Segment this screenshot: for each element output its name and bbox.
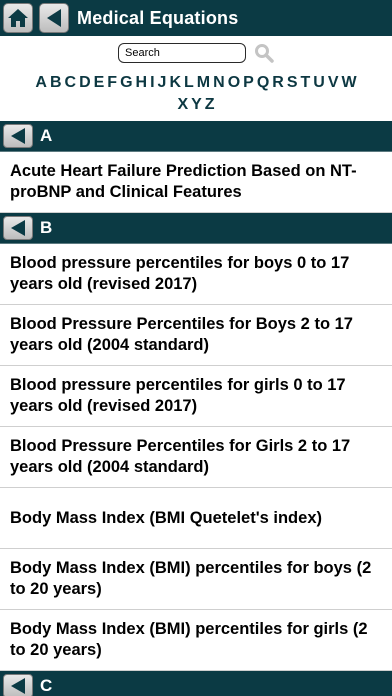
back-arrow-icon [11, 678, 25, 694]
alphabet-letter-f[interactable]: F [107, 72, 117, 94]
magnifier-icon[interactable] [254, 43, 274, 63]
alphabet-letter-q[interactable]: Q [257, 72, 269, 94]
list-item[interactable]: Blood Pressure Percentiles for Girls 2 t… [0, 427, 392, 488]
section-letter: B [40, 218, 53, 237]
alphabet-letter-h[interactable]: H [136, 72, 148, 94]
alphabet-letter-k[interactable]: K [169, 72, 181, 94]
alphabet-letter-b[interactable]: B [50, 72, 62, 94]
section-back-button[interactable] [3, 124, 33, 148]
list-item[interactable]: Blood pressure percentiles for girls 0 t… [0, 366, 392, 427]
alphabet-letter-v[interactable]: V [328, 72, 339, 94]
back-arrow-icon [11, 220, 25, 236]
page-title: Medical Equations [77, 7, 239, 28]
section-letter: C [40, 676, 53, 695]
back-button[interactable] [39, 3, 69, 33]
equation-list: A Acute Heart Failure Prediction Based on… [0, 121, 392, 696]
back-arrow-icon [11, 128, 25, 144]
list-item[interactable]: Body Mass Index (BMI) percentiles for gi… [0, 610, 392, 671]
section-back-button[interactable] [3, 216, 33, 240]
alphabet-letter-u[interactable]: U [313, 72, 325, 94]
section-back-button[interactable] [3, 674, 33, 696]
alphabet-letter-s[interactable]: S [287, 72, 298, 94]
search-bar [0, 36, 392, 69]
list-item[interactable]: Blood Pressure Percentiles for Boys 2 to… [0, 305, 392, 366]
alphabet-letter-r[interactable]: R [272, 72, 284, 94]
section-header-b: B [0, 213, 392, 244]
alphabet-letter-w[interactable]: W [342, 72, 357, 94]
alphabet-letter-x[interactable]: X [177, 94, 188, 116]
top-bar: Medical Equations [0, 0, 392, 36]
alphabet-letter-i[interactable]: I [150, 72, 154, 94]
alphabet-letter-d[interactable]: D [79, 72, 91, 94]
alphabet-letter-c[interactable]: C [65, 72, 77, 94]
alphabet-letter-g[interactable]: G [120, 72, 132, 94]
alphabet-index: ABCDEFGHIJKLMNOPQRSTUVW XYZ [0, 72, 392, 116]
alphabet-letter-p[interactable]: P [243, 72, 254, 94]
home-icon [8, 9, 28, 27]
alphabet-letter-o[interactable]: O [228, 72, 240, 94]
section-header-c: C [0, 671, 392, 696]
section-letter: A [40, 126, 53, 145]
alphabet-letter-y[interactable]: Y [191, 94, 202, 116]
alphabet-letter-t[interactable]: T [301, 72, 311, 94]
list-item[interactable]: Body Mass Index (BMI Quetelet's index) [0, 488, 392, 549]
list-item[interactable]: Acute Heart Failure Prediction Based on … [0, 152, 392, 213]
alphabet-letter-e[interactable]: E [94, 72, 105, 94]
alphabet-letter-j[interactable]: J [158, 72, 167, 94]
alphabet-letter-l[interactable]: L [184, 72, 194, 94]
search-input[interactable] [118, 43, 246, 63]
alphabet-letter-n[interactable]: N [213, 72, 225, 94]
home-button[interactable] [3, 3, 33, 33]
section-header-a: A [0, 121, 392, 152]
alphabet-letter-m[interactable]: M [197, 72, 210, 94]
alphabet-letter-a[interactable]: A [35, 72, 47, 94]
alphabet-letter-z[interactable]: Z [205, 94, 215, 116]
back-arrow-icon [47, 9, 61, 27]
list-item[interactable]: Blood pressure percentiles for boys 0 to… [0, 244, 392, 305]
list-item[interactable]: Body Mass Index (BMI) percentiles for bo… [0, 549, 392, 610]
